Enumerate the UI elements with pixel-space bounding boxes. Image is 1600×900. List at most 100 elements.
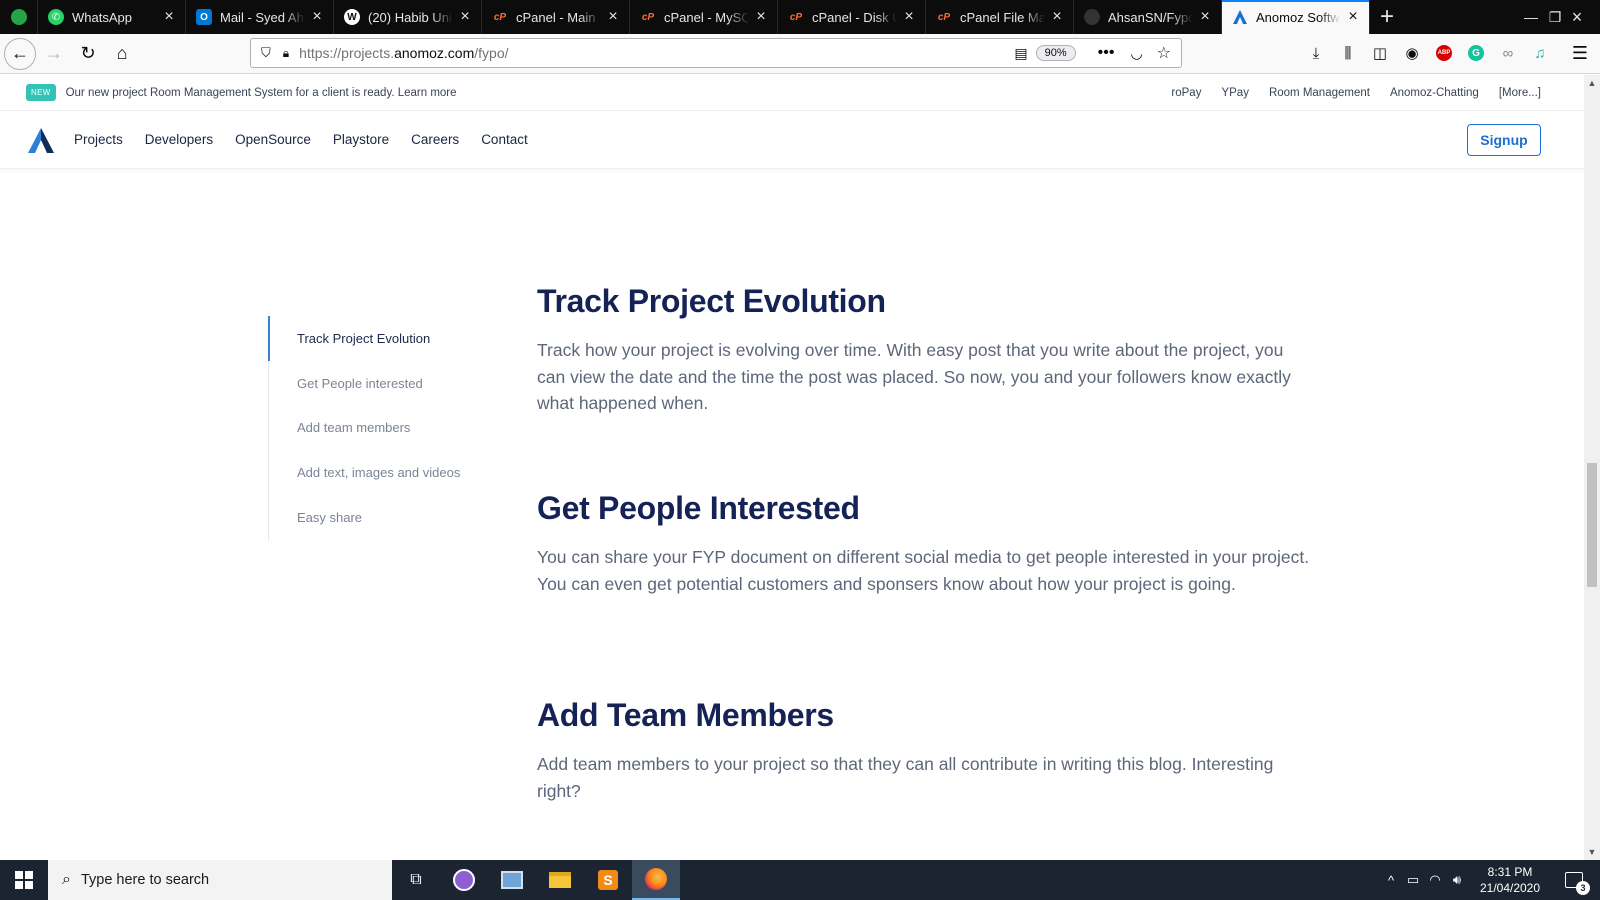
account-icon[interactable]: ◉ bbox=[1400, 41, 1424, 65]
top-link-ypay[interactable]: YPay bbox=[1221, 87, 1249, 99]
scroll-up-icon[interactable]: ▲ bbox=[1584, 75, 1600, 91]
cpanel-icon: cP bbox=[641, 11, 655, 23]
announcement-bar: NEW Our new project Room Management Syst… bbox=[0, 75, 1584, 111]
toc-item-add-team-members[interactable]: Add team members bbox=[297, 420, 410, 435]
top-link-anomoz-chatting[interactable]: Anomoz-Chatting bbox=[1390, 87, 1479, 99]
sublime-text-icon[interactable]: S bbox=[584, 860, 632, 900]
tab-title: Anomoz Software bbox=[1256, 9, 1341, 25]
nav-opensource[interactable]: OpenSource bbox=[235, 132, 311, 147]
top-link-more[interactable]: [More...] bbox=[1499, 87, 1541, 99]
taskbar-photos-icon[interactable] bbox=[488, 860, 536, 900]
close-window-icon[interactable]: × bbox=[1554, 0, 1600, 34]
grammarly-icon[interactable]: G bbox=[1464, 41, 1488, 65]
home-icon[interactable]: ⌂ bbox=[106, 38, 138, 70]
adblock-icon[interactable]: ABP bbox=[1432, 41, 1456, 65]
nav-careers[interactable]: Careers bbox=[411, 132, 459, 147]
tab-title: cPanel - Main bbox=[516, 9, 596, 25]
extension-icon[interactable]: ∞ bbox=[1496, 41, 1520, 65]
toc-item-add-text-images-videos[interactable]: Add text, images and videos bbox=[297, 465, 460, 480]
tab-title: AhsanSN/Fypo bbox=[1108, 9, 1193, 25]
close-tab-icon[interactable]: × bbox=[901, 9, 917, 25]
nav-contact[interactable]: Contact bbox=[481, 132, 528, 147]
close-tab-icon[interactable]: × bbox=[605, 9, 621, 25]
top-link-ropay[interactable]: roPay bbox=[1171, 87, 1201, 99]
close-tab-icon[interactable]: × bbox=[1197, 9, 1213, 25]
hamburger-menu-icon[interactable]: ☰ bbox=[1568, 41, 1592, 65]
site-header: Projects Developers OpenSource Playstore… bbox=[0, 111, 1584, 169]
close-tab-icon[interactable]: × bbox=[753, 9, 769, 25]
firefox-taskbar-icon[interactable] bbox=[632, 860, 680, 900]
library-icon[interactable]: ⫼ bbox=[1336, 41, 1360, 65]
url-host: anomoz.com bbox=[394, 45, 475, 61]
scrollbar-thumb[interactable] bbox=[1587, 463, 1597, 587]
battery-icon[interactable]: ▭ bbox=[1404, 860, 1422, 900]
reload-icon[interactable]: ↻ bbox=[72, 38, 104, 70]
browser-tab-strip: ✆ WhatsApp × O Mail - Syed Ahsan × W (20… bbox=[0, 0, 1600, 34]
url-path: /fypo/ bbox=[474, 45, 509, 61]
browser-tab-active[interactable]: Anomoz Software × bbox=[1222, 0, 1370, 34]
scroll-down-icon[interactable]: ▼ bbox=[1584, 844, 1600, 860]
toc-item-easy-share[interactable]: Easy share bbox=[297, 510, 362, 525]
shield-icon[interactable]: ⛉ bbox=[261, 45, 271, 61]
wifi-icon[interactable]: ◠ bbox=[1426, 860, 1444, 900]
taskbar-clock[interactable]: 8:31 PM 21/04/2020 bbox=[1470, 864, 1550, 896]
lock-icon[interactable]: 🔒︎ bbox=[283, 46, 289, 61]
action-center-icon[interactable]: 3 bbox=[1554, 860, 1594, 900]
section-body-get-people-interested: You can share your FYP document on diffe… bbox=[537, 547, 1310, 594]
music-extension-icon[interactable]: ♫ bbox=[1528, 41, 1552, 65]
browser-tab[interactable]: cP cPanel File Manager × bbox=[926, 0, 1074, 34]
nav-playstore[interactable]: Playstore bbox=[333, 132, 389, 147]
page-scrollbar[interactable]: ▲ ▼ bbox=[1584, 75, 1600, 860]
windows-logo-icon bbox=[15, 871, 33, 889]
top-link-room-management[interactable]: Room Management bbox=[1269, 87, 1370, 99]
downloads-icon[interactable]: ⤓ bbox=[1304, 41, 1328, 65]
close-tab-icon[interactable]: × bbox=[1049, 9, 1065, 25]
tab-title: cPanel - MySQL bbox=[664, 9, 749, 25]
nav-projects[interactable]: Projects bbox=[74, 132, 123, 147]
bookmark-star-icon[interactable]: ☆ bbox=[1157, 43, 1171, 63]
zoom-level-badge[interactable]: 90% bbox=[1035, 45, 1076, 61]
announcement-link[interactable]: Our new project Room Management System f… bbox=[66, 87, 457, 99]
taskbar-app-icon[interactable] bbox=[440, 860, 488, 900]
task-view-icon[interactable]: ⧉ bbox=[392, 860, 440, 900]
new-tab-button[interactable]: + bbox=[1370, 0, 1404, 34]
toc-item-get-people-interested[interactable]: Get People interested bbox=[297, 376, 423, 391]
file-explorer-icon[interactable] bbox=[536, 860, 584, 900]
section-title-add-team-members: Add Team Members bbox=[537, 697, 834, 733]
close-tab-icon[interactable]: × bbox=[1345, 9, 1361, 25]
close-tab-icon[interactable]: × bbox=[161, 9, 177, 25]
show-hidden-icons[interactable]: ^ bbox=[1382, 860, 1400, 900]
reader-view-icon[interactable]: ▤ bbox=[1014, 45, 1027, 62]
tab-title: WhatsApp bbox=[72, 9, 132, 25]
taskbar-search-box[interactable]: ⌕ Type here to search bbox=[48, 860, 392, 900]
page-actions-icon[interactable]: ••• bbox=[1098, 44, 1115, 62]
browser-tab[interactable]: cP cPanel - Main × bbox=[482, 0, 630, 34]
url-bar[interactable]: ⛉ 🔒︎ https://projects.anomoz.com/fypo/ ▤… bbox=[250, 38, 1182, 68]
outlook-icon: O bbox=[196, 9, 212, 25]
tab-title: Mail - Syed Ahsan bbox=[220, 9, 305, 25]
forward-icon[interactable]: → bbox=[38, 38, 70, 70]
signup-button[interactable]: Signup bbox=[1467, 124, 1541, 156]
browser-tab[interactable]: ✆ WhatsApp × bbox=[38, 0, 186, 34]
browser-tab[interactable]: cP cPanel - Disk Usage × bbox=[778, 0, 926, 34]
browser-tab[interactable]: AhsanSN/Fypo × bbox=[1074, 0, 1222, 34]
volume-icon[interactable]: 🔊︎ bbox=[1448, 860, 1466, 900]
tab-title: (20) Habib University bbox=[368, 9, 453, 25]
pinned-tab[interactable] bbox=[0, 0, 38, 34]
windows-start-button[interactable] bbox=[0, 860, 48, 900]
close-tab-icon[interactable]: × bbox=[309, 9, 325, 25]
nav-developers[interactable]: Developers bbox=[145, 132, 213, 147]
toc-item-track-project-evolution[interactable]: Track Project Evolution bbox=[297, 331, 430, 346]
clock-time: 8:31 PM bbox=[1487, 865, 1533, 879]
whatsapp-icon: ✆ bbox=[48, 9, 64, 25]
anomoz-logo[interactable] bbox=[27, 126, 55, 154]
back-icon[interactable]: ← bbox=[4, 37, 36, 70]
announcement-links: roPay YPay Room Management Anomoz-Chatti… bbox=[1171, 75, 1541, 111]
browser-tab[interactable]: W (20) Habib University × bbox=[334, 0, 482, 34]
browser-tab[interactable]: O Mail - Syed Ahsan × bbox=[186, 0, 334, 34]
close-tab-icon[interactable]: × bbox=[457, 9, 473, 25]
sidebar-icon[interactable]: ◫ bbox=[1368, 41, 1392, 65]
browser-tab[interactable]: cP cPanel - MySQL × bbox=[630, 0, 778, 34]
pocket-icon[interactable]: ◡ bbox=[1130, 45, 1142, 62]
search-icon: ⌕ bbox=[62, 871, 71, 888]
